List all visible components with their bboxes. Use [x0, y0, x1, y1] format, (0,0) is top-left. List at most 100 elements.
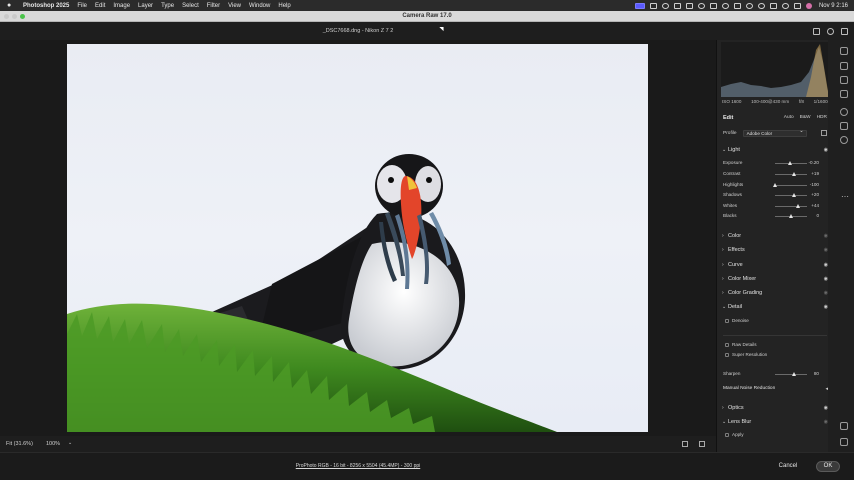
- file-name: _DSC7668.dng - Nikon Z 7 2: [322, 28, 394, 34]
- save-icon[interactable]: [813, 28, 820, 35]
- wifi-icon[interactable]: [757, 2, 765, 9]
- presets-icon[interactable]: [840, 122, 848, 130]
- menu-image[interactable]: Image: [113, 3, 130, 9]
- clock[interactable]: Nov 9 2:16: [819, 3, 848, 9]
- menu-type[interactable]: Type: [161, 3, 174, 9]
- slider-blacks[interactable]: Blacks 0: [723, 212, 827, 220]
- section-color-grading[interactable]: › Color Grading ◉: [722, 288, 828, 297]
- crop-icon[interactable]: [840, 62, 848, 70]
- doc-icon[interactable]: [685, 2, 693, 9]
- more-icon[interactable]: ⋯: [841, 192, 849, 201]
- profile-label: Profile: [723, 130, 737, 136]
- section-lens-blur[interactable]: ⌄ Lens Blur ◉: [722, 417, 828, 426]
- section-curve[interactable]: › Curve ◉: [722, 260, 828, 269]
- edit-header: Edit Auto B&W HDR: [723, 113, 827, 122]
- denoise-checkbox[interactable]: Denoise: [725, 317, 749, 324]
- slider-value[interactable]: +20: [803, 192, 819, 197]
- profile-browser-icon[interactable]: [821, 130, 827, 136]
- bw-button[interactable]: B&W: [800, 115, 811, 120]
- healing-icon[interactable]: [840, 76, 848, 84]
- display-icon[interactable]: [649, 2, 657, 9]
- sharpen-value[interactable]: 80: [803, 371, 819, 376]
- grid-icon[interactable]: [673, 2, 681, 9]
- zoom-100[interactable]: 100%: [46, 441, 60, 447]
- section-effects-label: Effects: [728, 246, 745, 253]
- before-after-icon[interactable]: [682, 441, 688, 447]
- keyboard-icon[interactable]: [733, 2, 741, 9]
- apply-lens-blur-checkbox[interactable]: Apply: [725, 431, 744, 438]
- section-optics[interactable]: › Optics ◉: [722, 403, 828, 412]
- section-effects[interactable]: › Effects ◉: [722, 245, 828, 254]
- slider-value[interactable]: -0.20: [803, 160, 819, 165]
- grid-view-icon[interactable]: [840, 438, 848, 446]
- bluetooth-icon[interactable]: [745, 2, 753, 9]
- lens-value: 100-400@430 mm: [751, 99, 790, 104]
- screen-record-icon[interactable]: [634, 2, 645, 9]
- manual-noise-reduction[interactable]: Manual Noise Reduction ◂: [722, 384, 828, 393]
- slider-thumb[interactable]: [788, 161, 793, 165]
- raw-details-checkbox[interactable]: Raw Details: [725, 341, 757, 348]
- slider-thumb[interactable]: [792, 172, 797, 176]
- workflow-options-link[interactable]: ProPhoto RGB - 16 bit - 8256 x 5504 (45.…: [0, 463, 716, 469]
- section-light[interactable]: ⌄ Light ◉: [722, 145, 828, 154]
- slider-thumb[interactable]: [789, 214, 793, 218]
- sharpen-thumb[interactable]: [792, 372, 797, 376]
- sharpen-slider[interactable]: Sharpen 80: [723, 370, 827, 378]
- edit-panel: ISO 1600 100-400@430 mm f/8 1/1600s Edit…: [716, 40, 835, 452]
- auto-button[interactable]: Auto: [784, 115, 794, 120]
- menu-filter[interactable]: Filter: [207, 3, 220, 9]
- slider-value[interactable]: +19: [803, 171, 819, 176]
- slider-exposure[interactable]: Exposure -0.20: [723, 159, 827, 167]
- ok-button[interactable]: OK: [816, 461, 840, 472]
- control-center-icon[interactable]: [793, 2, 801, 9]
- menu-window[interactable]: Window: [249, 3, 270, 9]
- battery-icon[interactable]: [769, 2, 777, 9]
- menu-layer[interactable]: Layer: [138, 3, 153, 9]
- puffin-photo[interactable]: [67, 44, 648, 432]
- histogram: [721, 42, 835, 97]
- search-icon[interactable]: [781, 2, 789, 9]
- menu-edit[interactable]: Edit: [95, 3, 105, 9]
- slider-contrast[interactable]: Contrast +19: [723, 170, 827, 178]
- slider-value[interactable]: +44: [803, 203, 819, 208]
- slider-thumb[interactable]: [796, 204, 801, 208]
- slider-value[interactable]: -100: [803, 182, 819, 187]
- fit-zoom[interactable]: Fit (31.6%): [6, 441, 33, 447]
- gear-icon[interactable]: [827, 28, 834, 35]
- window-title-bar: Camera Raw 17.0: [0, 11, 854, 22]
- compare-icon[interactable]: [699, 441, 705, 447]
- section-detail[interactable]: ⌄ Detail ◉: [722, 302, 828, 311]
- menu-view[interactable]: View: [228, 3, 241, 9]
- masking-icon[interactable]: [840, 90, 848, 98]
- menu-icon[interactable]: [709, 2, 717, 9]
- shield-icon[interactable]: [697, 2, 705, 9]
- slider-highlights[interactable]: Highlights -100: [723, 181, 827, 189]
- slider-whites[interactable]: Whites +44: [723, 202, 827, 210]
- slider-value[interactable]: 0: [803, 213, 819, 218]
- sync-icon[interactable]: [721, 2, 729, 9]
- profile-row: Profile Adobe Color: [723, 129, 827, 137]
- section-color[interactable]: › Color ◉: [722, 231, 828, 240]
- avatar[interactable]: [805, 2, 812, 9]
- menu-file[interactable]: File: [77, 3, 87, 9]
- section-color-mixer[interactable]: › Color Mixer ◉: [722, 274, 828, 283]
- fullscreen-icon[interactable]: [841, 28, 848, 35]
- hdr-button[interactable]: HDR: [817, 115, 827, 120]
- slider-thumb[interactable]: [773, 183, 777, 187]
- menu-select[interactable]: Select: [182, 3, 199, 9]
- apple-icon[interactable]: ●: [7, 2, 17, 9]
- redeye-icon[interactable]: [840, 108, 848, 116]
- cancel-button[interactable]: Cancel: [774, 461, 802, 472]
- tool-strip: ⋯: [828, 40, 854, 452]
- histogram-toggle-icon[interactable]: [840, 47, 848, 55]
- snapshots-icon[interactable]: [840, 136, 848, 144]
- menu-help[interactable]: Help: [278, 3, 290, 9]
- super-resolution-checkbox[interactable]: Super Resolution: [725, 351, 767, 358]
- profile-select[interactable]: Adobe Color: [742, 129, 807, 137]
- creative-cloud-icon[interactable]: [661, 2, 669, 9]
- chevron-down-icon[interactable]: ⌄: [68, 440, 72, 446]
- brush-icon[interactable]: [840, 422, 848, 430]
- slider-shadows[interactable]: Shadows +20: [723, 191, 827, 199]
- slider-thumb[interactable]: [792, 193, 797, 197]
- app-menu[interactable]: Photoshop 2025: [23, 3, 69, 9]
